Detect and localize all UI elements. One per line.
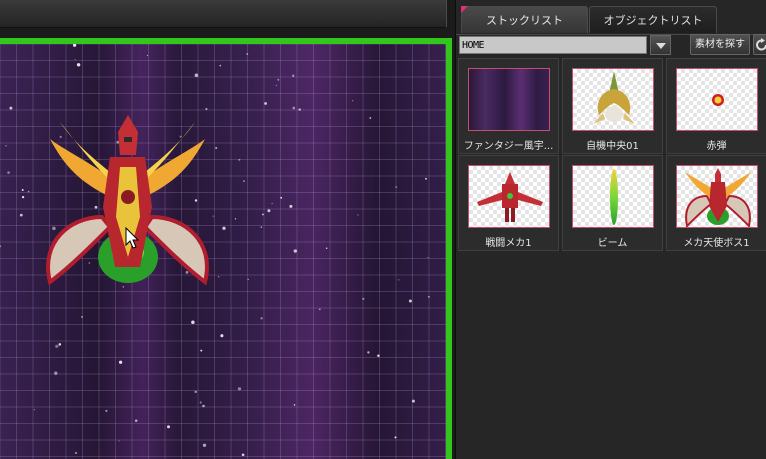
tab-stock-list[interactable]: ストックリスト [461, 6, 588, 33]
asset-label: ファンタジー風宇... [463, 141, 554, 152]
asset-item-player-ship[interactable]: 自機中央01 [562, 58, 663, 154]
mecha-angel-boss-sprite[interactable] [40, 97, 215, 287]
asset-item-battle-mecha[interactable]: 戦闘メカ1 [458, 155, 559, 251]
asset-label: 自機中央01 [586, 141, 639, 152]
mouse-cursor-icon [125, 227, 140, 249]
asset-label: 赤弾 [706, 141, 727, 152]
folder-select[interactable]: HOME [459, 36, 647, 54]
asset-item-fantasy-space[interactable]: ファンタジー風宇... [458, 58, 559, 154]
asset-panel: ストックリスト オブジェクトリスト HOME 素材を探す ファンタジー風宇... [455, 0, 766, 459]
refresh-button[interactable] [753, 34, 766, 55]
asset-item-beam[interactable]: ビーム [562, 155, 663, 251]
asset-label: ビーム [597, 238, 628, 249]
stage-canvas[interactable] [0, 38, 452, 459]
mecha-angel-boss-icon [676, 165, 758, 228]
active-tab-marker [461, 6, 468, 13]
asset-item-red-bullet[interactable]: 赤弾 [666, 58, 766, 154]
red-bullet-icon [676, 68, 758, 131]
tab-object-list[interactable]: オブジェクトリスト [589, 6, 717, 33]
asset-label: メカ天使ボス1 [683, 238, 750, 249]
asset-item-mecha-angel-boss[interactable]: メカ天使ボス1 [666, 155, 766, 251]
folder-dropdown-button[interactable] [650, 35, 671, 55]
refresh-icon [756, 38, 766, 51]
panel-tabs: ストックリスト オブジェクトリスト [456, 4, 766, 35]
asset-label: 戦闘メカ1 [485, 238, 532, 249]
find-material-button[interactable]: 素材を探す [690, 34, 750, 55]
purple-space-background-icon [468, 68, 550, 131]
chevron-down-icon [656, 43, 666, 49]
battle-mecha-icon [468, 165, 550, 228]
player-ship-icon [572, 68, 654, 131]
beam-icon [572, 165, 654, 228]
stage-toolbar [0, 0, 447, 28]
space-background [0, 44, 446, 459]
